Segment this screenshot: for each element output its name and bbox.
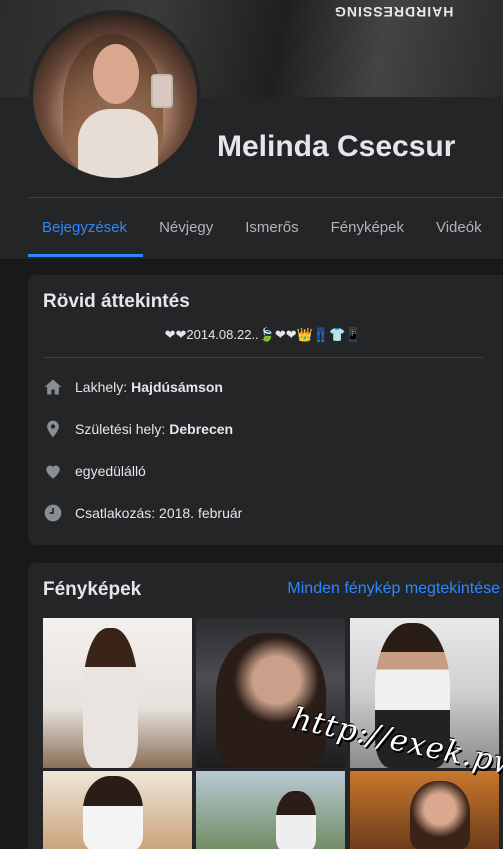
see-all-photos-link[interactable]: Minden fénykép megtekintése (287, 580, 500, 598)
residence-value[interactable]: Hajdúsámson (131, 379, 223, 395)
divider (28, 197, 503, 198)
location-pin-icon (47, 420, 59, 438)
tab-friends[interactable]: Ismerős (229, 207, 314, 257)
photo-thumbnail[interactable] (43, 618, 192, 768)
tab-about[interactable]: Névjegy (143, 207, 229, 257)
photo-thumbnail[interactable] (196, 771, 345, 849)
intro-row-birthplace: Születési hely: Debrecen (43, 419, 233, 439)
photo-thumbnail[interactable] (196, 618, 345, 768)
intro-title: Rövid áttekintés (43, 291, 190, 312)
tab-videos[interactable]: Videók (420, 207, 498, 257)
birthplace-label: Születési hely: (75, 421, 166, 437)
cover-text: HAIRDRESSING (333, 4, 453, 20)
intro-row-relationship: egyedülálló (43, 461, 146, 481)
joined-label: Csatlakozás: 2018. február (75, 505, 243, 521)
birthplace-value[interactable]: Debrecen (169, 421, 233, 437)
bio-text: ❤❤2014.08.22..🍃❤❤👑👖👕📱 (164, 327, 362, 342)
home-icon (44, 379, 62, 395)
intro-row-residence: Lakhely: Hajdúsámson (43, 377, 223, 397)
divider (43, 357, 483, 358)
heart-icon (46, 465, 60, 479)
intro-card: Rövid áttekintés ❤❤2014.08.22..🍃❤❤👑👖👕📱 L… (28, 275, 503, 545)
residence-label: Lakhely: (75, 379, 128, 395)
intro-row-joined: Csatlakozás: 2018. február (43, 503, 242, 523)
photo-thumbnail[interactable] (350, 771, 499, 849)
avatar[interactable] (29, 10, 201, 182)
photos-card: Fényképek Minden fénykép megtekintése (28, 563, 503, 849)
photos-title: Fényképek (43, 579, 142, 600)
clock-icon (44, 504, 62, 522)
profile-name: Melinda Csecsur (217, 130, 456, 163)
tab-photos[interactable]: Fényképek (315, 207, 420, 257)
tab-posts[interactable]: Bejegyzések (28, 207, 144, 257)
profile-tabs: Bejegyzések Névjegy Ismerős Fényképek Vi… (28, 207, 498, 257)
photo-thumbnail[interactable] (43, 771, 192, 849)
relationship-label: egyedülálló (75, 463, 146, 479)
